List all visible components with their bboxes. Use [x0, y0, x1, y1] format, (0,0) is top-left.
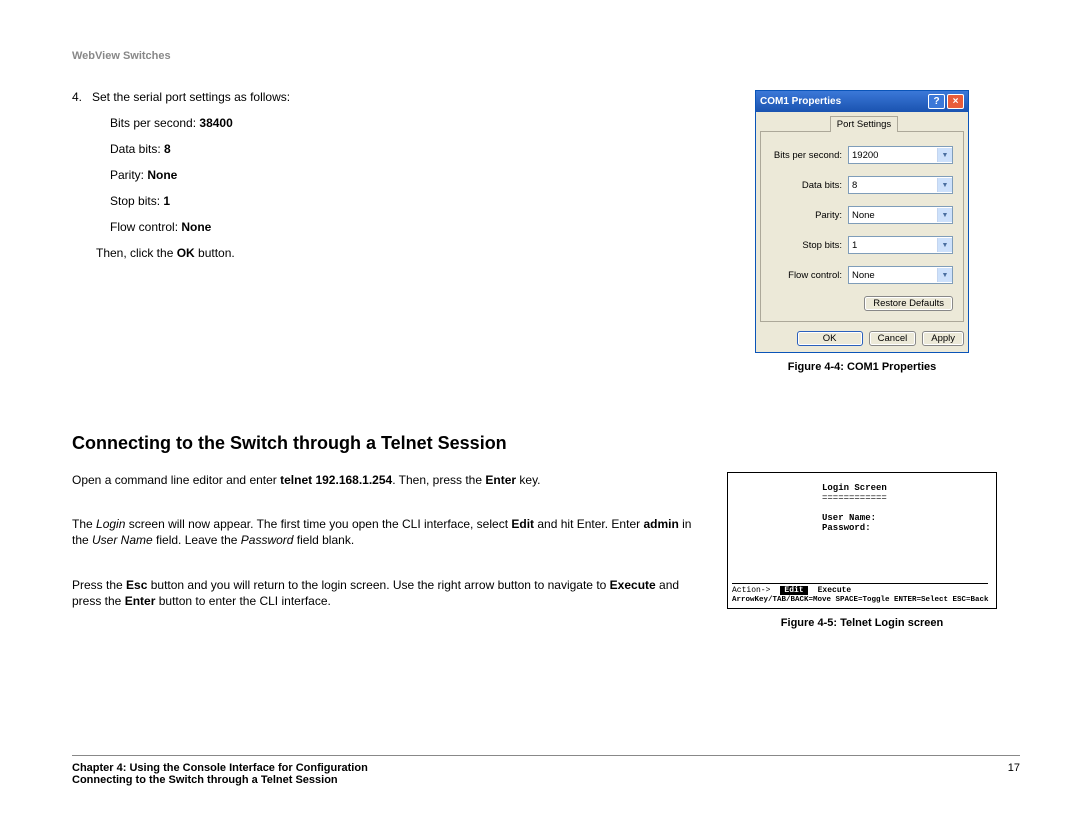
footer-section: Connecting to the Switch through a Telne…	[72, 774, 368, 786]
close-icon[interactable]: ×	[947, 94, 964, 109]
cancel-button[interactable]: Cancel	[869, 331, 917, 346]
dialog-title: COM1 Properties	[760, 96, 841, 107]
then-post: button.	[195, 246, 235, 260]
then-bold: OK	[177, 246, 195, 260]
page-footer: Chapter 4: Using the Console Interface f…	[72, 755, 1020, 786]
port-settings-tab[interactable]: Port Settings	[830, 116, 898, 132]
databits-label: Data bits:	[110, 142, 164, 156]
databits-combo-value: 8	[852, 180, 857, 191]
parity-combo[interactable]: None ▼	[848, 206, 953, 224]
parity-combo-value: None	[852, 210, 875, 221]
doc-running-header: WebView Switches	[72, 50, 1020, 62]
main-text-column: 4. Set the serial port settings as follo…	[72, 90, 692, 272]
flow-label: Flow control:	[110, 220, 181, 234]
field-label-bps: Bits per second:	[774, 150, 842, 161]
bps-label: Bits per second:	[110, 116, 199, 130]
flow-combo-value: None	[852, 270, 875, 281]
parity-value: None	[147, 168, 177, 182]
field-label-flow: Flow control:	[788, 270, 842, 281]
flow-combo[interactable]: None ▼	[848, 266, 953, 284]
terminal-password-label: Password:	[822, 523, 988, 533]
terminal-action-label: Action->	[732, 586, 770, 595]
databits-value: 8	[164, 142, 171, 156]
footer-chapter: Chapter 4: Using the Console Interface f…	[72, 762, 368, 774]
field-label-stopbits: Stop bits:	[802, 240, 842, 251]
figure-4-5-caption: Figure 4-5: Telnet Login screen	[722, 617, 1002, 629]
paragraph-2: The Login screen will now appear. The fi…	[72, 516, 692, 548]
telnet-login-terminal: Login Screen ============ User Name: Pas…	[727, 472, 997, 609]
paragraph-1: Open a command line editor and enter tel…	[72, 472, 692, 488]
ok-button[interactable]: OK	[797, 331, 863, 346]
stopbits-value: 1	[163, 194, 170, 208]
terminal-underline: ============	[822, 493, 988, 503]
step-text: Set the serial port settings as follows:	[92, 90, 290, 104]
chevron-down-icon: ▼	[937, 178, 952, 192]
chevron-down-icon: ▼	[937, 268, 952, 282]
chevron-down-icon: ▼	[937, 208, 952, 222]
bps-value: 38400	[199, 116, 232, 130]
stopbits-label: Stop bits:	[110, 194, 163, 208]
page-number: 17	[1008, 762, 1020, 786]
terminal-hint-line: ArrowKey/TAB/BACK=Move SPACE=Toggle ENTE…	[732, 596, 988, 604]
field-label-parity: Parity:	[815, 210, 842, 221]
step-number: 4.	[72, 90, 86, 104]
then-pre: Then, click the	[96, 246, 177, 260]
terminal-username-label: User Name:	[822, 513, 988, 523]
restore-defaults-button[interactable]: Restore Defaults	[864, 296, 953, 311]
terminal-execute-option: Execute	[818, 586, 852, 595]
bps-combo[interactable]: 19200 ▼	[848, 146, 953, 164]
parity-label: Parity:	[110, 168, 147, 182]
terminal-title: Login Screen	[822, 483, 887, 493]
paragraph-3: Press the Esc button and you will return…	[72, 577, 692, 609]
apply-button[interactable]: Apply	[922, 331, 964, 346]
section-heading: Connecting to the Switch through a Telne…	[72, 433, 1020, 454]
help-icon[interactable]: ?	[928, 94, 945, 109]
chevron-down-icon: ▼	[937, 148, 952, 162]
field-label-databits: Data bits:	[802, 180, 842, 191]
stopbits-combo-value: 1	[852, 240, 857, 251]
chevron-down-icon: ▼	[937, 238, 952, 252]
stopbits-combo[interactable]: 1▼	[848, 236, 953, 254]
figure-4-4-caption: Figure 4-4: COM1 Properties	[722, 361, 1002, 373]
databits-combo[interactable]: 8▼	[848, 176, 953, 194]
flow-value: None	[181, 220, 211, 234]
terminal-edit-option: Edit	[780, 586, 807, 595]
com1-properties-dialog: COM1 Properties ? × Port Settings Bits p…	[755, 90, 969, 353]
bps-combo-value: 19200	[852, 150, 878, 161]
